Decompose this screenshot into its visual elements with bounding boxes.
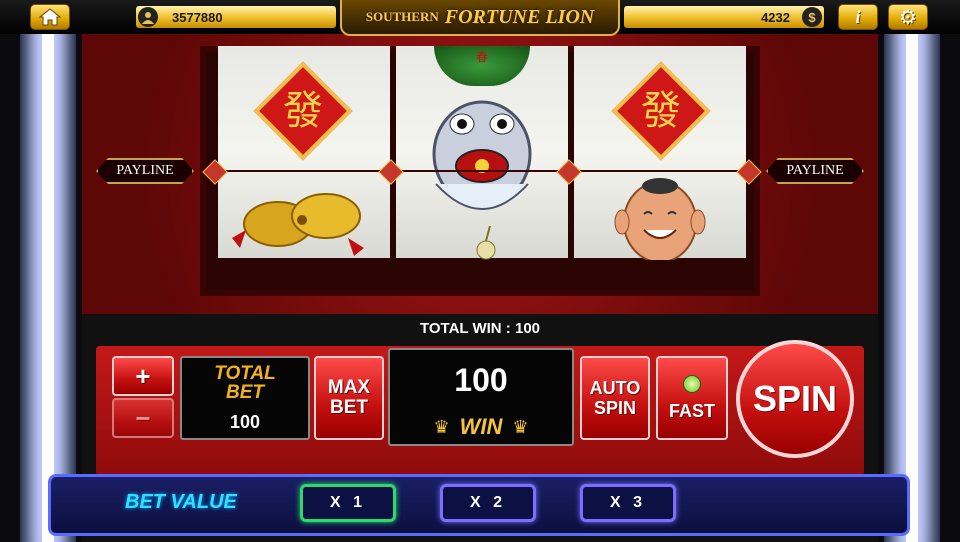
crown-icon: ♛ — [512, 416, 529, 437]
home-button[interactable] — [30, 4, 70, 30]
bet-multiplier-label: X 2 — [469, 494, 506, 511]
game-logo: SOUTHERN FORTUNE LION — [340, 0, 620, 36]
total-bet-display: TOTAL BET 100 — [180, 356, 310, 440]
slot-machine: 發 春 發 PAYLINE PAYLINE TOTAL WIN: 100 + … — [82, 30, 878, 542]
decrease-bet-button[interactable]: − — [112, 398, 174, 438]
info-button[interactable]: i — [838, 4, 878, 30]
left-light-column — [20, 30, 76, 542]
bet-multiplier-x2-button[interactable]: X 2 — [440, 484, 536, 522]
controls-bar: + − TOTAL BET 100 MAX BET 100 ♛ WIN ♛ AU… — [96, 340, 864, 476]
info-icon: i — [855, 6, 861, 27]
settings-button[interactable]: ⚙ — [888, 4, 928, 30]
win-amount: 100 — [454, 362, 508, 398]
payline-left-label: PAYLINE — [96, 158, 194, 184]
max-bet-button[interactable]: MAX BET — [314, 356, 384, 440]
fa-tile-symbol: 發 — [611, 61, 711, 161]
lion-hat-symbol: 春 — [434, 46, 530, 86]
max-bet-label-top: MAX — [327, 377, 371, 398]
total-bet-label-top: TOTAL — [214, 363, 276, 384]
reel-area: 發 春 發 PAYLINE PAYLINE — [82, 30, 878, 314]
player-id-pill: 3577880 — [136, 6, 336, 28]
lantern-symbol — [476, 226, 496, 260]
bet-multiplier-x3-button[interactable]: X 3 — [580, 484, 676, 522]
plus-label: + — [135, 360, 151, 391]
balance-pill: 4232 $ — [624, 6, 824, 28]
fa-character: 發 — [641, 88, 681, 134]
bet-value-label: BET VALUE — [125, 491, 237, 513]
top-bar: 3577880 SOUTHERN FORTUNE LION 4232 $ i ⚙ — [0, 0, 960, 36]
home-icon — [39, 8, 61, 26]
crown-icon: ♛ — [433, 416, 450, 437]
total-bet-label-bottom: BET — [226, 382, 264, 403]
fast-label: FAST — [668, 400, 715, 421]
reel-1: 發 — [218, 46, 390, 258]
lion-head-symbol — [432, 100, 532, 210]
minus-label: − — [135, 402, 151, 433]
auto-spin-label-top: AUTO — [589, 378, 641, 398]
logo-prefix: SOUTHERN — [365, 9, 439, 24]
gear-icon: ⚙ — [899, 6, 917, 29]
total-win-text: TOTAL WIN : 100 — [419, 320, 540, 337]
user-icon — [138, 7, 158, 27]
logo-title: FORTUNE LION — [444, 5, 595, 28]
bet-multiplier-label: X 3 — [609, 494, 646, 511]
player-id: 3577880 — [172, 9, 223, 25]
win-display: 100 ♛ WIN ♛ — [388, 348, 574, 446]
bet-multiplier-label: X 1 — [329, 494, 366, 511]
spring-character: 春 — [475, 50, 488, 64]
cymbals-symbol — [232, 193, 364, 256]
payline-line — [212, 170, 752, 172]
increase-bet-button[interactable]: + — [112, 356, 174, 396]
fast-indicator-light — [683, 374, 701, 393]
fa-character: 發 — [283, 88, 323, 134]
spin-button[interactable]: SPIN — [736, 340, 854, 458]
auto-spin-button[interactable]: AUTO SPIN — [580, 356, 650, 440]
reel-2: 春 — [396, 46, 568, 260]
win-label: WIN — [459, 414, 503, 439]
bet-multiplier-x1-button[interactable]: X 1 — [300, 484, 396, 522]
fast-toggle-button[interactable]: FAST — [656, 356, 728, 440]
dollar-coin-icon: $ — [802, 7, 822, 27]
payline-right-label: PAYLINE — [766, 158, 864, 184]
total-bet-value: 100 — [229, 412, 261, 432]
laughing-buddha-symbol — [614, 178, 706, 260]
balance-amount: 4232 — [761, 9, 790, 25]
spin-label: SPIN — [752, 378, 838, 419]
fa-tile-symbol: 發 — [253, 61, 353, 161]
auto-spin-label-bottom: SPIN — [593, 398, 636, 418]
right-light-column — [884, 30, 940, 542]
reel-3: 發 — [574, 46, 746, 260]
max-bet-label-bottom: BET — [330, 397, 368, 418]
